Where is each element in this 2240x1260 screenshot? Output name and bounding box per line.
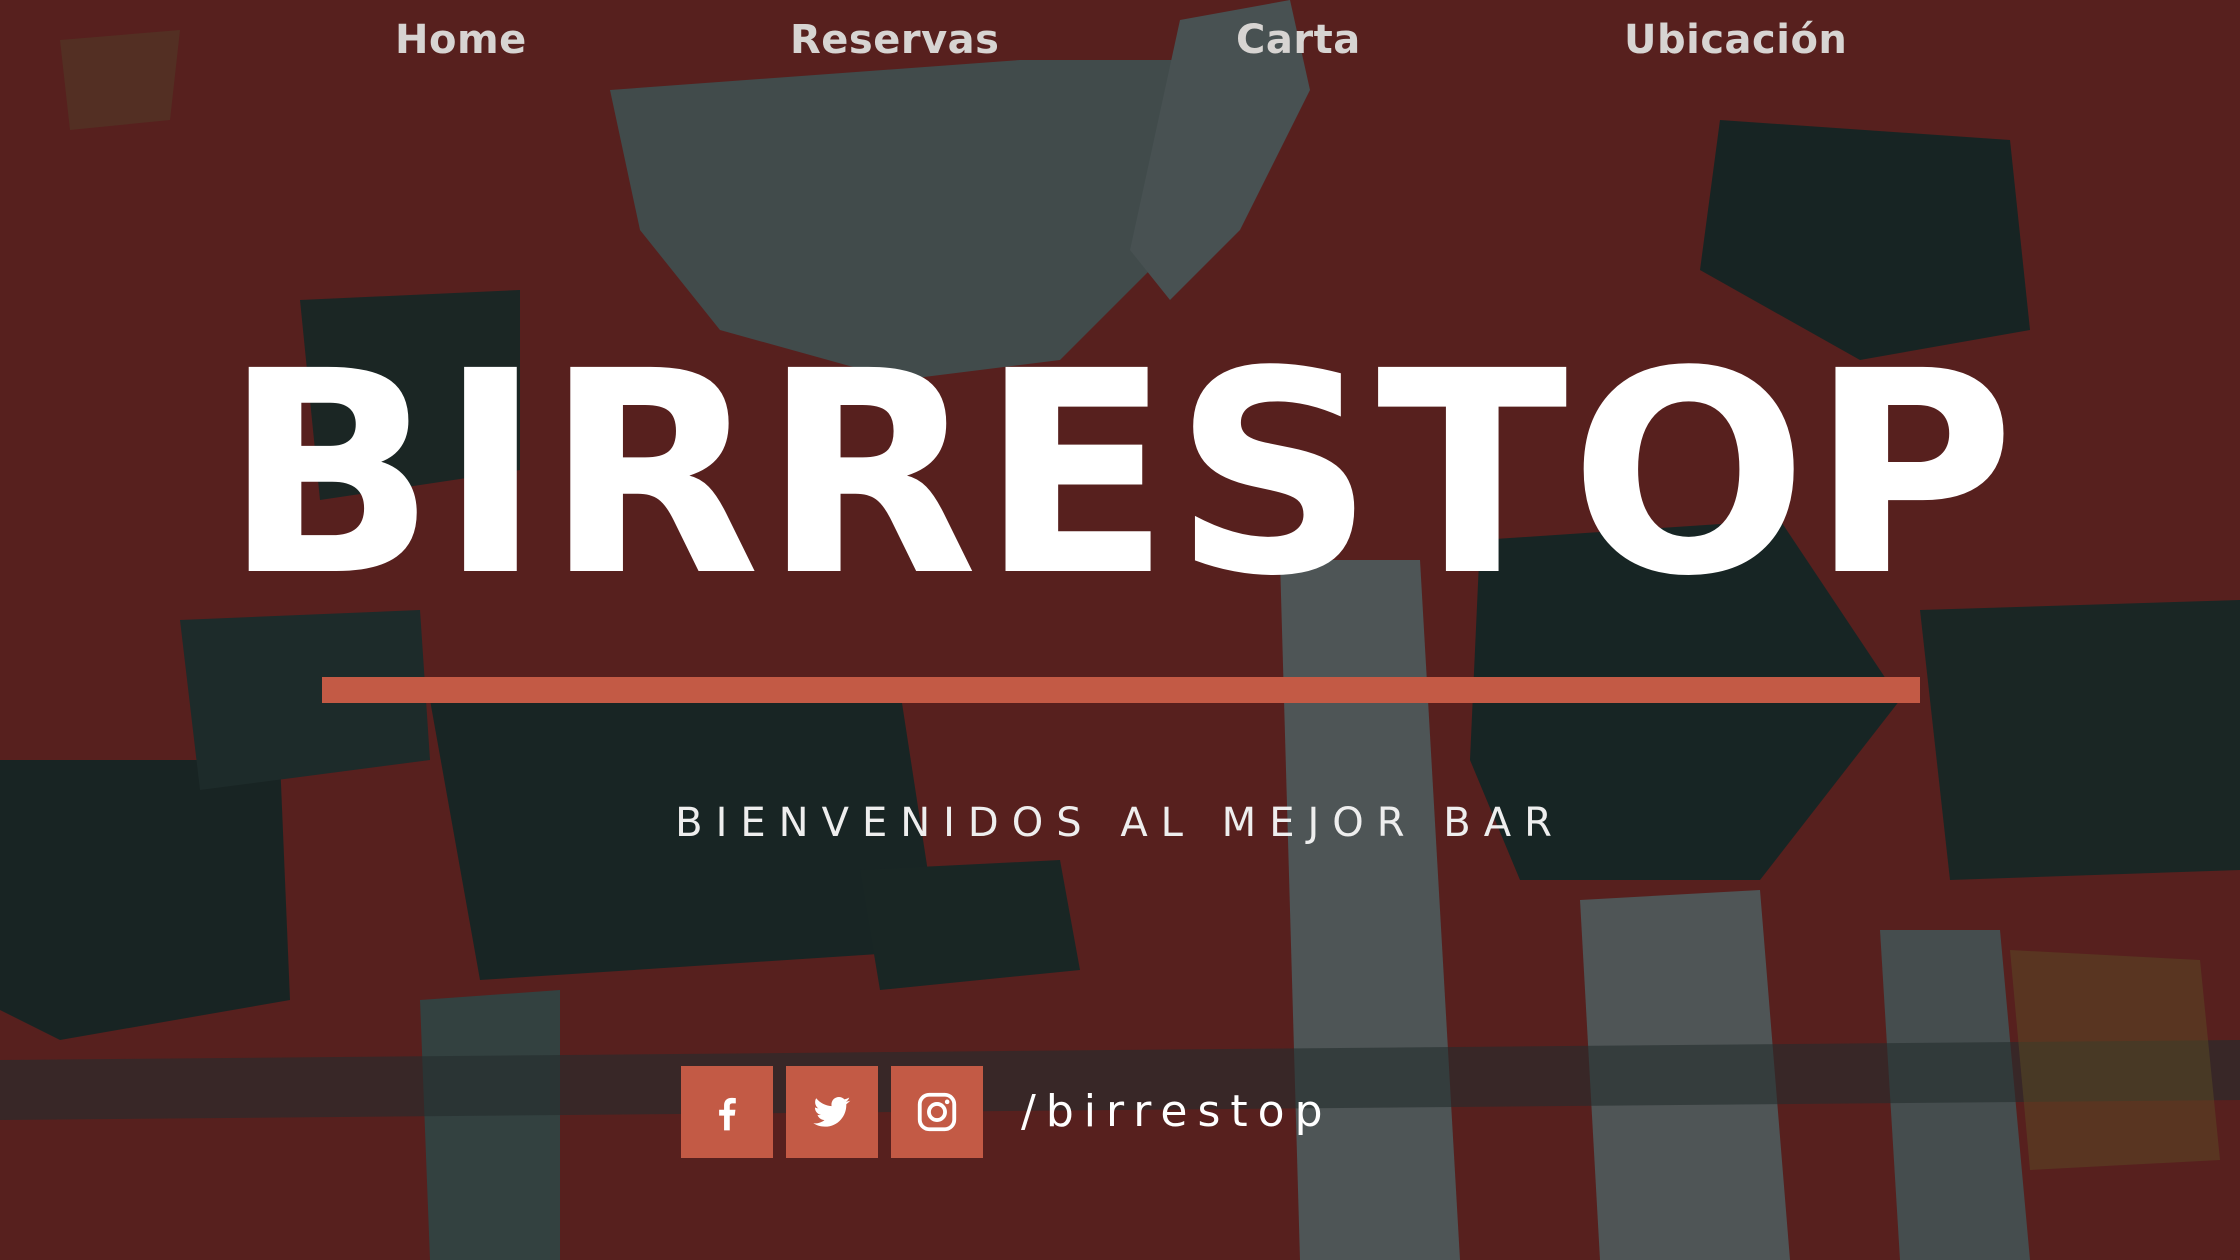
instagram-button[interactable]: [891, 1066, 983, 1158]
social-handle: /birrestop: [1021, 1086, 1333, 1137]
hero-subtitle: BIENVENIDOS AL MEJOR BAR: [675, 800, 1565, 846]
hero-divider: [322, 677, 1920, 703]
facebook-icon: [719, 1097, 736, 1131]
nav-link-ubicacion[interactable]: Ubicación: [1624, 10, 1847, 70]
twitter-button[interactable]: [786, 1066, 878, 1158]
facebook-button[interactable]: [681, 1066, 773, 1158]
twitter-icon: [813, 1096, 851, 1127]
nav-link-reservas[interactable]: Reservas: [790, 10, 999, 70]
instagram-icon: [917, 1092, 957, 1132]
nav-link-home[interactable]: Home: [395, 10, 527, 70]
nav-link-carta[interactable]: Carta: [1236, 10, 1361, 70]
hero-title: BIRRESTOP: [223, 312, 2017, 638]
main-nav: Home Reservas Carta Ubicación: [0, 10, 2240, 80]
